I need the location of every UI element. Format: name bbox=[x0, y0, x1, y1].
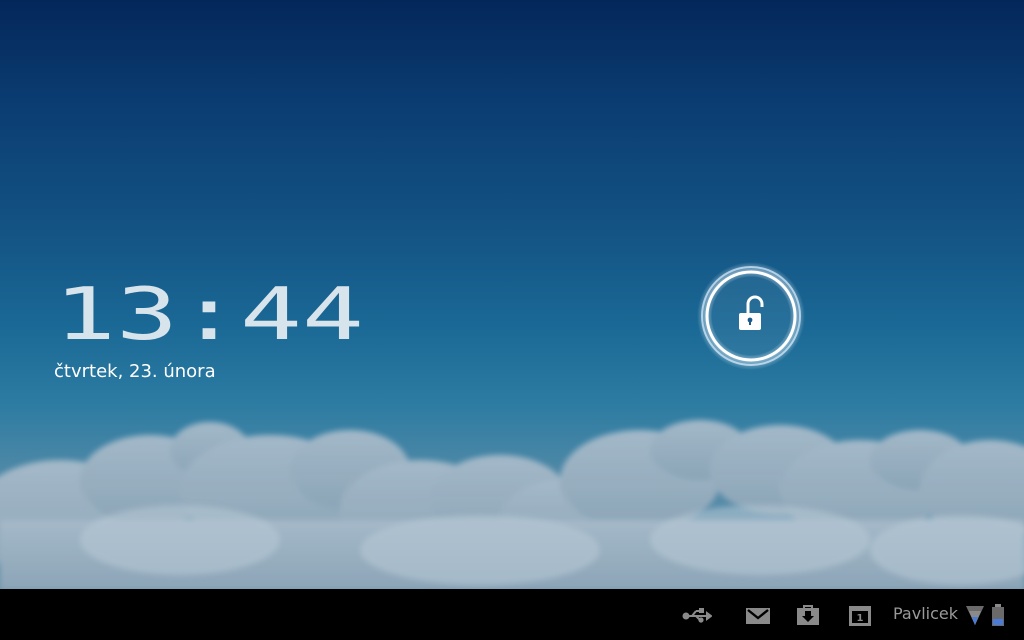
wallpaper: 13:44 čtvrtek, 23. února bbox=[0, 0, 1024, 589]
date-label: čtvrtek, 23. února bbox=[54, 361, 216, 382]
signal-icon bbox=[966, 606, 984, 625]
clock: 13:44 bbox=[54, 283, 364, 345]
clock-time: 13:44 bbox=[54, 283, 364, 345]
gmail-icon[interactable] bbox=[745, 603, 771, 627]
lock-screen: 13:44 čtvrtek, 23. února 1 Pavlicek bbox=[0, 0, 1024, 640]
status-bar: 1 bbox=[0, 589, 1024, 640]
clouds-image bbox=[0, 420, 1024, 589]
usb-icon[interactable] bbox=[682, 603, 712, 627]
download-icon[interactable] bbox=[796, 603, 820, 627]
unlock-button[interactable] bbox=[696, 261, 806, 371]
calendar-day: 1 bbox=[857, 613, 864, 624]
carrier-label: Pavlicek bbox=[893, 604, 958, 623]
battery-icon bbox=[992, 604, 1004, 626]
calendar-icon[interactable]: 1 bbox=[848, 603, 872, 627]
